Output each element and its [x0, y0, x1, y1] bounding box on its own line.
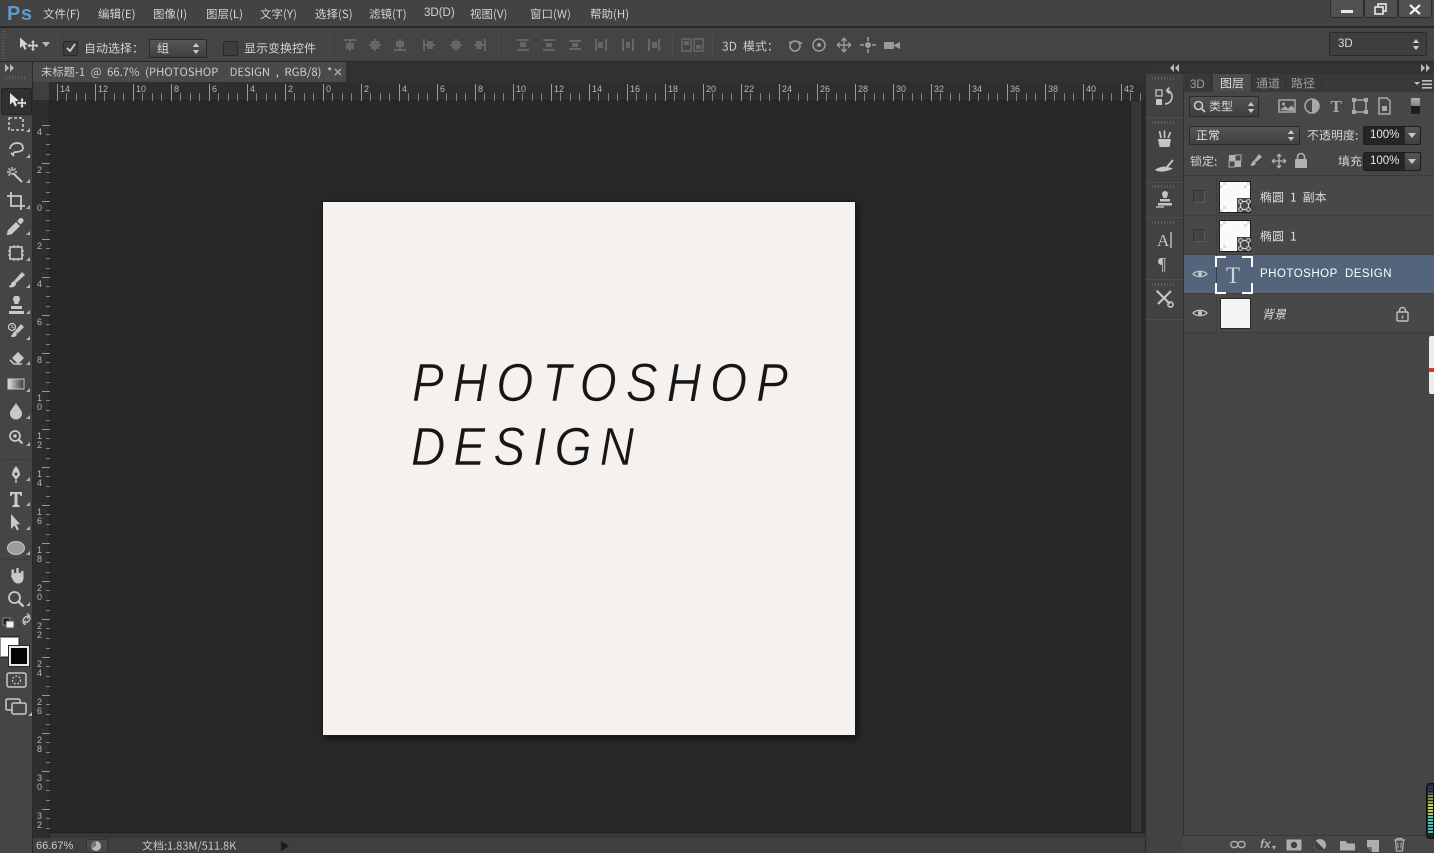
svg-text:¶: ¶	[1158, 254, 1166, 274]
svg-text:A: A	[1157, 231, 1170, 250]
svg-text:T: T	[1331, 97, 1343, 115]
